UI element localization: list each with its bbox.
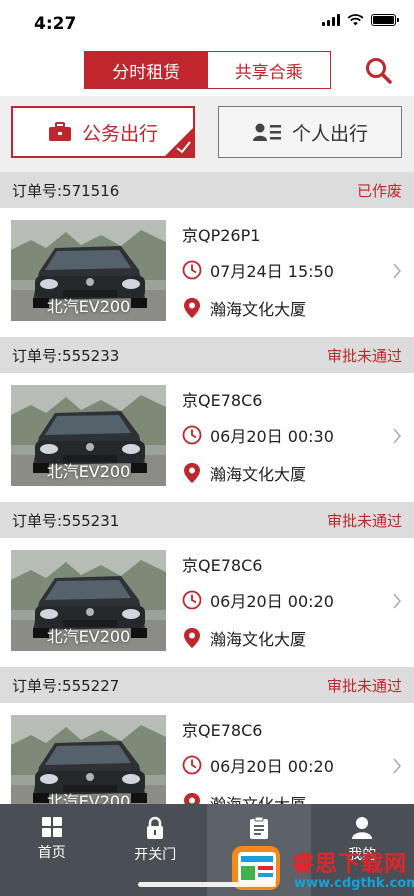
order-header: 订单号:555231 审批未通过 [0,502,414,538]
pickup-location: 瀚海文化大厦 [210,630,307,649]
order-number: 订单号:571516 [12,181,120,200]
home-indicator [138,882,276,887]
briefcase-icon [48,122,71,141]
search-icon[interactable] [362,54,396,88]
tab-home[interactable]: 首页 [0,804,104,896]
tab-door-control-label: 开关门 [134,847,177,863]
business-trip-label: 公务出行 [81,122,158,145]
order-card[interactable]: 订单号:555231 审批未通过 北汽EV200 京QE78C6 06月20日 … [0,502,414,667]
segment-time-rental[interactable]: 分时租赁 [85,52,208,88]
license-plate: 京QP26P1 [182,226,261,245]
location-pin-icon [184,463,200,483]
pickup-time-row: 06月20日 00:20 [182,753,334,777]
segment-carpool[interactable]: 共享合乘 [207,52,330,88]
car-image: 北汽EV200 [11,385,166,486]
location-row: 瀚海文化大厦 [182,461,306,485]
status-bar: 4:27 [0,0,414,48]
pickup-time-row: 06月20日 00:30 [182,423,334,447]
watermark-url: www.cdgthk.com [294,876,414,891]
order-header: 订单号:555227 审批未通过 [0,667,414,703]
car-image: 北汽EV200 [11,715,166,816]
trip-mode-bar: 公务出行 个人出行 [0,96,414,172]
pickup-time: 06月20日 00:30 [210,427,334,446]
clock-icon [182,755,202,775]
license-plate: 京QE78C6 [182,391,263,410]
segment-control: 分时租赁 共享合乘 [84,51,331,89]
car-model-label: 北汽EV200 [46,297,131,316]
id-card-icon [252,123,281,141]
order-status: 已作废 [356,181,402,200]
clipboard-icon [249,816,268,839]
chevron-right-icon [393,593,401,609]
car-model-label: 北汽EV200 [46,627,131,646]
business-trip-button[interactable]: 公务出行 [11,106,195,158]
wifi-icon [347,14,364,26]
order-number: 订单号:555231 [12,511,120,530]
user-icon [352,817,373,839]
clock-icon [182,590,202,610]
status-icons [322,14,399,26]
location-pin-icon [184,298,200,318]
clock-icon [182,425,202,445]
pickup-time: 06月20日 00:20 [210,757,334,776]
top-bar: 分时租赁 共享合乘 [0,48,414,96]
license-plate: 京QE78C6 [182,721,263,740]
location-row: 瀚海文化大厦 [182,626,306,650]
car-model-label: 北汽EV200 [46,462,131,481]
chevron-right-icon [393,428,401,444]
tab-home-label: 首页 [37,845,66,861]
watermark-logo [232,846,280,890]
pickup-location: 瀚海文化大厦 [210,300,307,319]
chevron-right-icon [393,758,401,774]
personal-trip-label: 个人出行 [291,122,368,145]
signal-icon [322,14,340,26]
pickup-time-row: 07月24日 15:50 [182,258,334,282]
watermark-title: 睿思下载网 [292,852,408,877]
order-status: 审批未通过 [326,676,402,695]
location-row: 瀚海文化大厦 [182,296,306,320]
car-image: 北汽EV200 [11,220,166,321]
personal-trip-button[interactable]: 个人出行 [218,106,402,158]
order-status: 审批未通过 [326,346,402,365]
order-number: 订单号:555227 [12,676,120,695]
grid-icon [41,817,62,837]
order-body: 北汽EV200 京QP26P1 07月24日 15:50 瀚海文化大厦 [0,208,414,337]
order-number: 订单号:555233 [12,346,120,365]
status-time: 4:27 [34,14,77,34]
order-body: 北汽EV200 京QE78C6 06月20日 00:20 瀚海文化大厦 [0,538,414,667]
checkmark-icon [165,128,193,156]
pickup-time: 07月24日 15:50 [210,262,334,281]
lock-icon [147,816,164,839]
pickup-time: 06月20日 00:20 [210,592,334,611]
order-status: 审批未通过 [326,511,402,530]
order-card[interactable]: 订单号:571516 已作废 北汽EV200 京QP26P1 07月24日 15… [0,172,414,337]
license-plate: 京QE78C6 [182,556,263,575]
order-body: 北汽EV200 京QE78C6 06月20日 00:30 瀚海文化大厦 [0,373,414,502]
watermark: 睿思下载网 www.cdgthk.com [228,840,414,896]
car-image: 北汽EV200 [11,550,166,651]
order-list: 订单号:571516 已作废 北汽EV200 京QP26P1 07月24日 15… [0,172,414,832]
order-header: 订单号:571516 已作废 [0,172,414,208]
clock-icon [182,260,202,280]
pickup-time-row: 06月20日 00:20 [182,588,334,612]
location-pin-icon [184,628,200,648]
order-card[interactable]: 订单号:555233 审批未通过 北汽EV200 京QE78C6 06月20日 … [0,337,414,502]
pickup-location: 瀚海文化大厦 [210,465,307,484]
battery-icon [371,14,399,26]
chevron-right-icon [393,263,401,279]
order-header: 订单号:555233 审批未通过 [0,337,414,373]
